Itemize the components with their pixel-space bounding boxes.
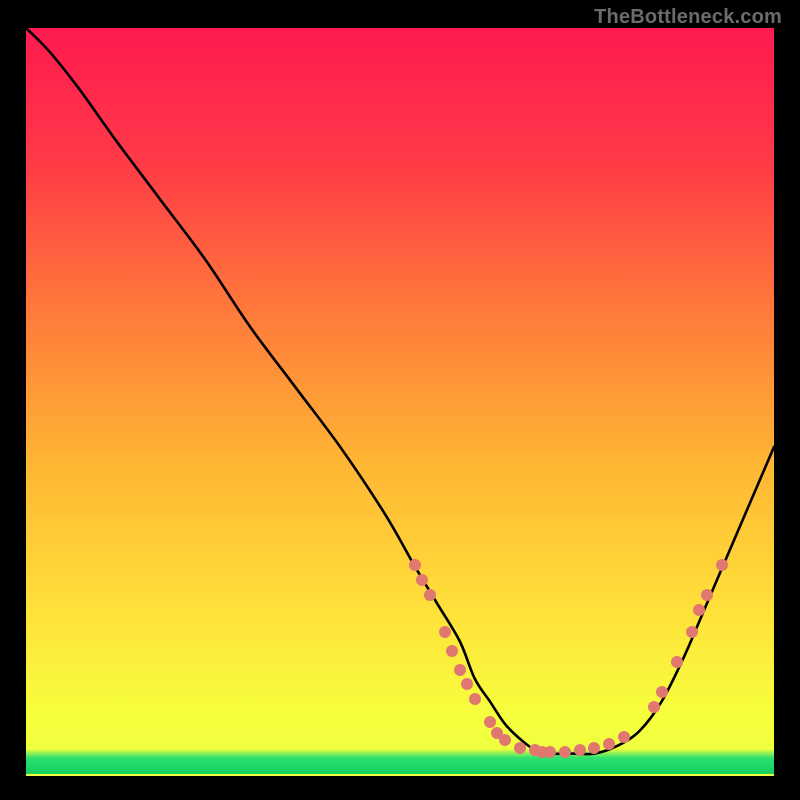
highlight-dot [416,574,428,586]
highlight-dots [26,28,774,774]
highlight-dot [671,656,683,668]
highlight-dot [439,626,451,638]
highlight-dot [514,742,526,754]
highlight-dot [716,559,728,571]
highlight-dot [544,746,556,758]
highlight-dot [409,559,421,571]
highlight-dot [446,645,458,657]
plot-area [26,28,774,774]
chart-frame: TheBottleneck.com [0,0,800,800]
highlight-dot [686,626,698,638]
highlight-dot [574,744,586,756]
highlight-dot [693,604,705,616]
highlight-dot [469,693,481,705]
highlight-dot [559,746,571,758]
highlight-dot [461,678,473,690]
highlight-dot [499,734,511,746]
highlight-dot [588,742,600,754]
highlight-dot [603,738,615,750]
highlight-dot [656,686,668,698]
highlight-dot [618,731,630,743]
watermark-text: TheBottleneck.com [594,6,782,29]
highlight-dot [648,701,660,713]
highlight-dot [454,664,466,676]
highlight-dot [701,589,713,601]
highlight-dot [484,716,496,728]
highlight-dot [424,589,436,601]
